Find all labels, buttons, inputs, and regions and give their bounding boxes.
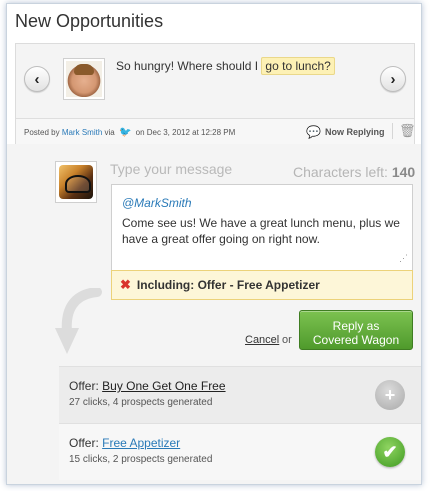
avatar-photo bbox=[66, 61, 102, 97]
plus-icon: + bbox=[384, 384, 396, 405]
posted-by-label: Posted by bbox=[24, 128, 60, 137]
reply-textarea[interactable]: @MarkSmith Come see us! We have a great … bbox=[111, 184, 413, 270]
offer-line: Offer: Free Appetizer bbox=[69, 436, 421, 450]
prev-post-button[interactable]: ‹ bbox=[24, 66, 50, 92]
included-offer-bar: ✖ Including: Offer - Free Appetizer bbox=[111, 270, 413, 300]
characters-left: Characters left: 140 bbox=[293, 164, 415, 180]
cancel-link[interactable]: Cancel bbox=[245, 334, 279, 346]
offer-row-selected[interactable]: Offer: Free Appetizer 15 clicks, 2 prosp… bbox=[59, 423, 421, 480]
offer-label: Offer: bbox=[69, 436, 99, 450]
selected-offer-button[interactable]: ✔ bbox=[375, 437, 405, 467]
offer-stats: 15 clicks, 2 prospects generated bbox=[69, 454, 213, 465]
post-keyword-highlight: go to lunch? bbox=[261, 57, 335, 75]
chevron-right-icon: › bbox=[390, 70, 396, 88]
author-link[interactable]: Mark Smith bbox=[62, 128, 102, 137]
post-text: So hungry! Where should I go to lunch? bbox=[116, 57, 335, 75]
chevron-left-icon: ‹ bbox=[34, 70, 40, 88]
add-offer-button[interactable]: + bbox=[375, 380, 405, 410]
now-replying-status: 💬 Now Replying bbox=[306, 125, 384, 139]
next-post-button[interactable]: › bbox=[380, 66, 406, 92]
offer-label: Offer: bbox=[69, 379, 99, 393]
author-avatar bbox=[63, 58, 105, 100]
offer-name-link[interactable]: Buy One Get One Free bbox=[102, 379, 225, 393]
curved-arrow-icon bbox=[55, 288, 102, 354]
reply-area: Type your message Characters left: 140 @… bbox=[7, 144, 421, 484]
resize-handle-icon[interactable]: ⋰ bbox=[399, 250, 408, 266]
reply-mention: @MarkSmith bbox=[122, 196, 192, 210]
reply-button-line1: Reply as bbox=[332, 318, 380, 333]
twitter-bird-icon: 🐦 bbox=[118, 127, 132, 138]
reply-message: Come see us! We have a great lunch menu,… bbox=[122, 216, 400, 246]
checkmark-icon: ✔ bbox=[382, 441, 398, 462]
offer-stats: 27 clicks, 4 prospects generated bbox=[69, 397, 213, 408]
now-replying-label: Now Replying bbox=[324, 127, 385, 137]
offer-name-link[interactable]: Free Appetizer bbox=[102, 436, 180, 450]
brand-avatar bbox=[55, 161, 97, 203]
opportunities-panel: New Opportunities ‹ So hungry! Where sho… bbox=[6, 3, 422, 485]
speech-bubbles-icon: 💬 bbox=[306, 125, 321, 139]
post-date: on Dec 3, 2012 at 12:28 PM bbox=[135, 128, 236, 137]
characters-left-count: 140 bbox=[391, 164, 416, 180]
or-text: or bbox=[282, 334, 292, 346]
included-offer-label: Including: Offer - Free Appetizer bbox=[136, 278, 320, 292]
panel-title: New Opportunities bbox=[15, 11, 164, 31]
meta-divider bbox=[392, 123, 393, 139]
offer-line: Offer: Buy One Get One Free bbox=[69, 379, 421, 393]
reply-as-button[interactable]: Reply as Covered Wagon bbox=[299, 310, 413, 350]
via-label: via bbox=[104, 128, 115, 137]
characters-left-label: Characters left: bbox=[293, 164, 388, 180]
offer-row[interactable]: Offer: Buy One Get One Free 27 clicks, 4… bbox=[59, 366, 421, 423]
offers-list: Offer: Buy One Get One Free 27 clicks, 4… bbox=[59, 366, 421, 480]
remove-offer-icon[interactable]: ✖ bbox=[120, 277, 131, 293]
post-text-body: So hungry! Where should I bbox=[116, 59, 259, 73]
trash-icon[interactable]: 🗑 bbox=[399, 123, 416, 139]
covered-wagon-logo bbox=[59, 165, 93, 199]
message-placeholder: Type your message bbox=[110, 161, 233, 177]
reply-button-line2: Covered Wagon bbox=[312, 332, 400, 347]
post-meta: Posted by Mark Smith via 🐦 on Dec 3, 201… bbox=[16, 118, 416, 144]
post-card: ‹ So hungry! Where should I go to lunch?… bbox=[15, 43, 416, 144]
